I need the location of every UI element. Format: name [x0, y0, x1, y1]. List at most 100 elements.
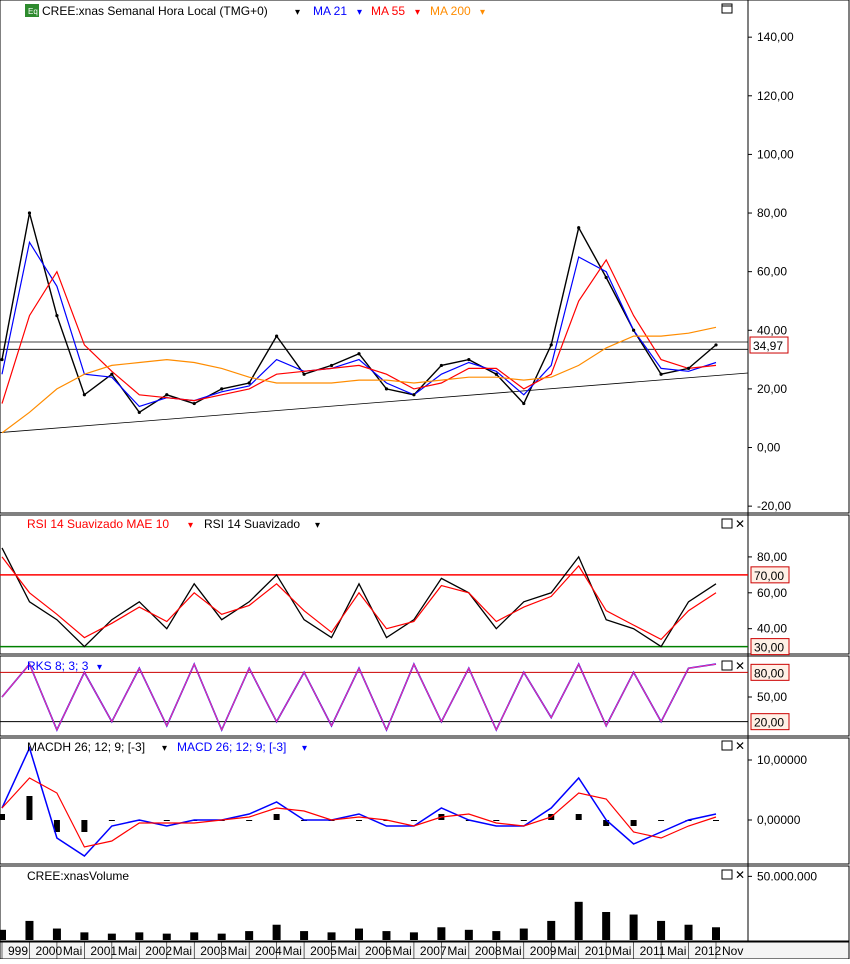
rsi-panel[interactable]	[0, 514, 850, 655]
macdh-dropdown-icon[interactable]: ▾	[162, 743, 167, 754]
chart-canvas: 140,00 120,00 100,00 80,00 60,00 40,00 20,00 0,…	[0, 0, 850, 960]
macdh-bar	[630, 820, 637, 826]
ma21-dropdown-icon[interactable]: ▾	[357, 7, 362, 18]
x-tick-label: 2010	[585, 944, 612, 958]
ma55-label[interactable]: MA 55	[371, 4, 405, 18]
macdh-bar	[108, 820, 115, 821]
rsi-tick-label-2: 60,00	[757, 586, 787, 600]
stoch-dropdown-icon[interactable]: ▾	[97, 662, 102, 673]
price-point	[329, 363, 334, 368]
ma21-label[interactable]: MA 21	[313, 4, 347, 18]
price-point	[192, 401, 196, 406]
rsi-label[interactable]: RSI 14 Suavizado	[204, 517, 300, 531]
volume-bar	[107, 933, 116, 940]
x-tick-label: Mai	[502, 944, 521, 958]
volume-bar	[464, 929, 473, 940]
x-tick-label: Mai	[338, 944, 357, 958]
macdh-label[interactable]: MACDH 26; 12; 9; [-3]	[27, 740, 145, 754]
volume-bar	[162, 933, 171, 940]
rsi-ob-label: 70,00	[754, 569, 784, 583]
price-panel[interactable]	[0, 0, 850, 514]
macd-label[interactable]: MACD 26; 12; 9; [-3]	[177, 740, 286, 754]
close-rsi-icon[interactable]: ✕	[735, 517, 745, 531]
macdh-bar	[493, 820, 500, 821]
macdh-bar	[0, 814, 5, 820]
macdh-bar	[163, 820, 170, 821]
volume-bar	[52, 928, 61, 940]
volume-bar	[80, 932, 89, 940]
price-point	[357, 352, 361, 356]
price-point	[0, 357, 4, 362]
x-tick-label: Mai	[557, 944, 576, 958]
volume-bar	[657, 920, 666, 940]
rsi-mae-dropdown-icon[interactable]: ▾	[188, 520, 193, 531]
maximize-rsi-icon[interactable]	[721, 518, 733, 529]
volume-bar	[574, 901, 583, 940]
price-tick-label-2: 100,00	[757, 147, 794, 161]
volume-bar	[547, 920, 556, 940]
volume-bar	[492, 931, 501, 940]
price-point	[467, 357, 471, 362]
price-point	[275, 334, 279, 338]
price-point	[82, 393, 86, 397]
stoch-os-label: 20,00	[754, 716, 784, 730]
price-point	[247, 381, 251, 385]
macdh-bar	[26, 796, 33, 820]
close-macd-icon[interactable]: ✕	[735, 739, 745, 753]
rsi-dropdown-icon[interactable]: ▾	[315, 520, 320, 531]
x-tick-label: 2008	[475, 944, 502, 958]
price-tick-label-3: 80,00	[757, 206, 787, 220]
macdh-bar	[575, 814, 582, 820]
x-tick-label: 2012	[695, 944, 722, 958]
volume-bar	[409, 932, 418, 940]
stoch-tick-label-50: 50,00	[757, 690, 787, 704]
price-tick-label-8: -20,00	[757, 499, 791, 513]
rsi-tick-label-0: 80,00	[757, 550, 787, 564]
price-point	[604, 275, 608, 280]
maximize-stoch-icon[interactable]	[721, 660, 733, 671]
last-price-label: 34,97	[753, 339, 783, 353]
price-point	[632, 328, 636, 332]
volume-bar	[300, 931, 309, 940]
price-tick-label-4: 60,00	[757, 265, 787, 279]
price-point	[659, 372, 663, 376]
equity-icon-text: Eq	[28, 7, 38, 16]
price-point	[27, 211, 32, 215]
close-volume-icon[interactable]: ✕	[735, 868, 745, 882]
symbol-label[interactable]: CREE:xnas Semanal Hora Local (TMG+0)	[42, 4, 268, 18]
macdh-bar	[658, 820, 665, 821]
volume-bar	[437, 927, 446, 940]
x-tick-label: 2011	[640, 944, 666, 958]
x-tick-label: Nov	[722, 944, 743, 958]
price-point	[577, 226, 581, 230]
volume-bar	[519, 928, 528, 940]
maximize-price-icon[interactable]	[721, 3, 733, 14]
price-point	[137, 410, 141, 414]
rsi-os-label: 30,00	[754, 641, 784, 655]
x-tick-label: 2001	[90, 944, 117, 958]
x-tick-label: 2004	[255, 944, 282, 958]
macd-dropdown-icon[interactable]: ▾	[302, 743, 307, 754]
maximize-volume-icon[interactable]	[721, 869, 733, 880]
ma55-dropdown-icon[interactable]: ▾	[415, 7, 420, 18]
x-tick-label: Mai	[447, 944, 466, 958]
stoch-label[interactable]: RKS 8; 3; 3	[27, 659, 89, 673]
price-point	[494, 372, 498, 376]
macd-panel[interactable]	[0, 737, 850, 865]
x-tick-label: 2003	[200, 944, 227, 958]
chart-window: 140,00 120,00 100,00 80,00 60,00 40,00 20,00 0,…	[0, 0, 850, 960]
x-tick-label: Mai	[63, 944, 82, 958]
rsi-tick-label-3: 40,00	[757, 622, 787, 636]
maximize-macd-icon[interactable]	[721, 740, 733, 751]
close-stoch-icon[interactable]: ✕	[735, 659, 745, 673]
ma200-dropdown-icon[interactable]: ▾	[480, 7, 485, 18]
rsi-mae-label[interactable]: RSI 14 Suavizado MAE 10	[27, 517, 169, 531]
price-point	[412, 393, 416, 397]
volume-label[interactable]: CREE:xnasVolume	[27, 869, 129, 883]
ma200-label[interactable]: MA 200	[430, 4, 471, 18]
volume-bar	[355, 928, 363, 940]
macdh-bar	[410, 820, 417, 821]
x-tick-label: 2002	[145, 944, 172, 958]
symbol-dropdown-icon[interactable]: ▾	[295, 7, 300, 18]
macd-tick-label-1: 0,00000	[757, 813, 801, 827]
